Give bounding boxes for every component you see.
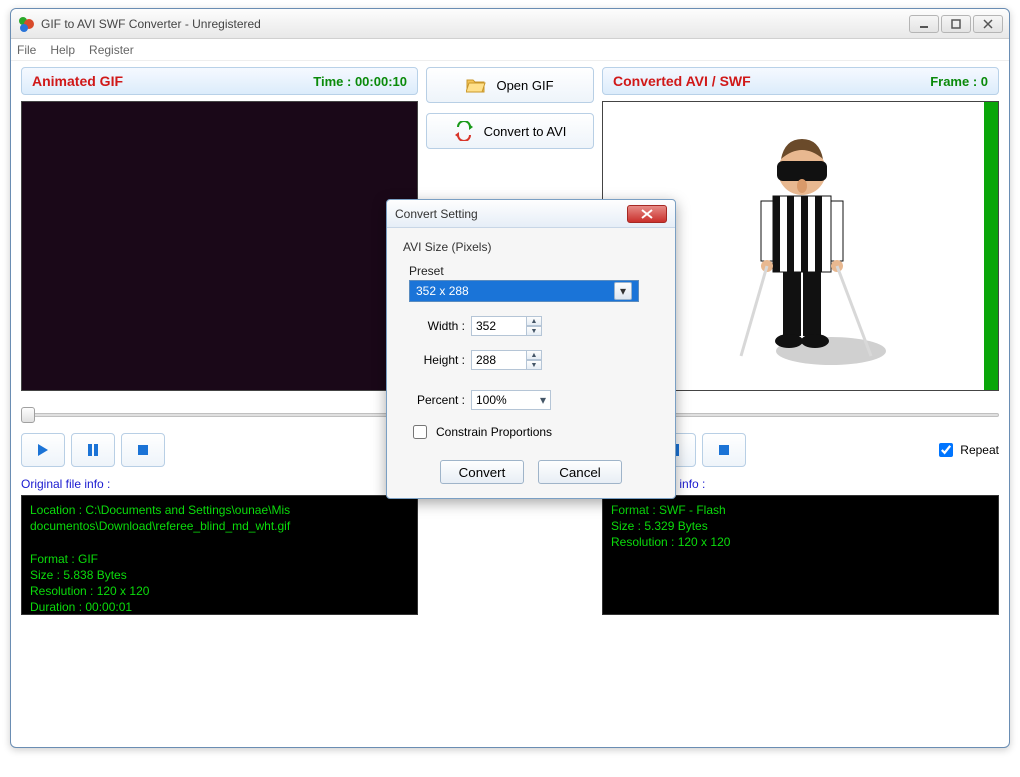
left-info-box: Location : C:\Documents and Settings\oun… (21, 495, 418, 615)
right-stop-button[interactable] (702, 433, 746, 467)
left-pause-button[interactable] (71, 433, 115, 467)
preset-label: Preset (409, 264, 661, 278)
left-time-label: Time : 00:00:10 (313, 74, 407, 89)
height-label: Height : (409, 353, 465, 367)
preset-value: 352 x 288 (416, 284, 469, 298)
dialog-title: Convert Setting (395, 207, 478, 221)
constrain-checkbox[interactable] (413, 425, 427, 439)
right-panel-title: Converted AVI / SWF (613, 73, 751, 89)
menu-file[interactable]: File (17, 43, 36, 57)
left-seek-track[interactable] (21, 405, 418, 423)
window-controls (909, 15, 1003, 33)
width-spin-up[interactable]: ▲ (526, 316, 542, 326)
close-button[interactable] (973, 15, 1003, 33)
left-panel-header: Animated GIF Time : 00:00:10 (21, 67, 418, 95)
percent-label: Percent : (409, 393, 465, 407)
dialog-close-button[interactable] (627, 205, 667, 223)
left-preview (21, 101, 418, 391)
referee-figure (711, 116, 891, 376)
chevron-down-icon: ▾ (540, 393, 546, 407)
left-play-button[interactable] (21, 433, 65, 467)
constrain-label: Constrain Proportions (436, 425, 552, 439)
convert-setting-dialog: Convert Setting AVI Size (Pixels) Preset… (386, 199, 676, 499)
width-label: Width : (409, 319, 465, 333)
green-strip (984, 102, 998, 390)
chevron-down-icon: ▾ (614, 282, 632, 300)
height-spin-down[interactable]: ▼ (526, 360, 542, 370)
convert-to-avi-button[interactable]: Convert to AVI (426, 113, 594, 149)
main-window: GIF to AVI SWF Converter - Unregistered … (10, 8, 1010, 748)
width-input[interactable] (471, 316, 527, 336)
open-gif-button[interactable]: Open GIF (426, 67, 594, 103)
close-icon (641, 209, 653, 219)
left-info-label: Original file info : (21, 477, 418, 491)
minimize-button[interactable] (909, 15, 939, 33)
convert-icon (454, 121, 474, 141)
preset-select[interactable]: 352 x 288 ▾ (409, 280, 639, 302)
convert-to-avi-label: Convert to AVI (484, 124, 567, 139)
right-frame-label: Frame : 0 (930, 74, 988, 89)
left-stop-button[interactable] (121, 433, 165, 467)
left-seek-thumb[interactable] (21, 407, 35, 423)
percent-select[interactable]: 100% ▾ (471, 390, 551, 410)
titlebar: GIF to AVI SWF Converter - Unregistered (11, 9, 1009, 39)
height-spin-up[interactable]: ▲ (526, 350, 542, 360)
folder-open-icon (466, 75, 486, 95)
right-panel-header: Converted AVI / SWF Frame : 0 (602, 67, 999, 95)
cancel-button[interactable]: Cancel (538, 460, 622, 484)
menu-help[interactable]: Help (50, 43, 75, 57)
height-input[interactable] (471, 350, 527, 370)
menu-register[interactable]: Register (89, 43, 134, 57)
right-info-box: Format : SWF - Flash Size : 5.329 Bytes … (602, 495, 999, 615)
avi-size-label: AVI Size (Pixels) (403, 240, 661, 254)
left-panel-title: Animated GIF (32, 73, 123, 89)
width-spin-down[interactable]: ▼ (526, 326, 542, 336)
convert-button[interactable]: Convert (440, 460, 524, 484)
percent-value: 100% (476, 393, 507, 407)
right-repeat-checkbox[interactable] (939, 443, 953, 457)
center-column: Open GIF Convert to AVI (426, 67, 594, 149)
app-icon (17, 15, 35, 33)
open-gif-label: Open GIF (496, 78, 553, 93)
window-title: GIF to AVI SWF Converter - Unregistered (41, 17, 909, 31)
dialog-titlebar: Convert Setting (387, 200, 675, 228)
left-panel: Animated GIF Time : 00:00:10 R (21, 67, 418, 615)
right-repeat-label: Repeat (960, 443, 999, 457)
maximize-button[interactable] (941, 15, 971, 33)
menubar: File Help Register (11, 39, 1009, 61)
left-controls: R (21, 433, 418, 467)
